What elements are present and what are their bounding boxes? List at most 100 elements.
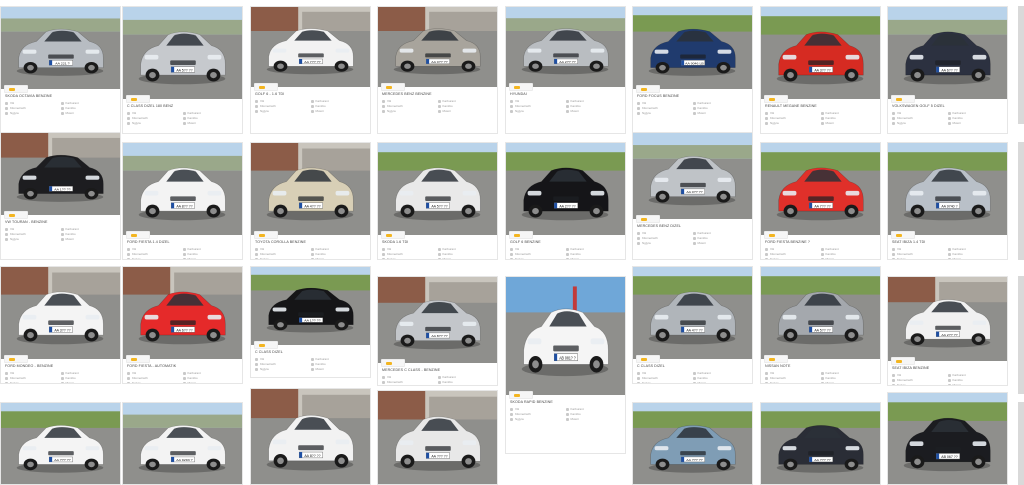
spec-label: Kambio: [442, 380, 453, 384]
listing-photo[interactable]: AA 3?? ??: [761, 7, 880, 99]
listing-photo[interactable]: AB 081? ?: [506, 277, 625, 395]
listing-card[interactable]: AB 067 ??: [887, 392, 1008, 485]
listing-card[interactable]: AA 4?? ?? Toyota Corolla Benzine Viti Karbu…: [250, 142, 371, 260]
listing-photo[interactable]: AA ??? ??: [633, 403, 752, 484]
spec-icon: [692, 236, 696, 240]
listing-card[interactable]: AA 9046 LB Ford Focus Benzine Viti Karburan…: [632, 6, 753, 134]
listing-card[interactable]: AA ??? ??: [760, 402, 881, 485]
spec-label: Kilometrazh: [897, 116, 913, 120]
listing-card[interactable]: AA 9293 ?: [122, 402, 243, 485]
listing-photo[interactable]: AA 6?? ??: [888, 7, 1007, 99]
listing-photo[interactable]: AA 7?? ??: [251, 7, 370, 87]
listing-photo[interactable]: AA 4?? ??: [633, 267, 752, 359]
listing-title[interactable]: C Class Dizel: [255, 350, 366, 354]
listing-title[interactable]: Toyota Corolla Benzine: [255, 240, 366, 244]
listing-card[interactable]: AA ??? ??: [632, 402, 753, 485]
listing-photo[interactable]: AB 067 ??: [888, 393, 1007, 484]
listing-title[interactable]: Ford Fiesta Benzine ?: [765, 240, 876, 244]
listing-title[interactable]: Seat Ibiza Benzine: [892, 366, 1003, 370]
listing-card[interactable]: AA 2?? ?? Golf 6 Benzine Viti Karburant Kilo…: [505, 142, 626, 260]
listing-card[interactable]: AA 5?? ?? Nissan Note Viti Karburant Kilomet…: [760, 266, 881, 384]
listing-card[interactable]: AA 5?? ?? Skoda 1.6 TDI Viti Karburant Kilom…: [377, 142, 498, 260]
listing-photo[interactable]: AA 0?? ??: [633, 133, 752, 219]
listing-card[interactable]: AA 0?? ?? Mercedes Benz Dizel Viti Karburan…: [632, 132, 753, 260]
listing-card[interactable]: AA 2?? ?? Hyundai Viti Karburant Kilometrazh…: [505, 6, 626, 134]
listing-photo[interactable]: AA 0?? ??: [378, 7, 497, 87]
listing-title[interactable]: Mercedes C Class - Benzine: [382, 368, 493, 372]
listing-title[interactable]: Volkswagen Golf 5 Dizel: [892, 104, 1003, 108]
listing-card[interactable]: AA 3?? ?? Ford Mondeo - Benzine Viti Karbur…: [0, 266, 121, 384]
listing-title[interactable]: Mercedes Benz Dizel: [637, 224, 748, 228]
listing-card[interactable]: AA 0?? ?? Mercedes Benz Benzine Viti Karbur…: [377, 6, 498, 134]
listing-photo[interactable]: AA ??? ??: [378, 391, 497, 484]
listing-card[interactable]: AB 081? ? Skoda Rapid Benzine Viti Karburan…: [505, 276, 626, 454]
listing-photo[interactable]: AA 8?? ??: [251, 389, 370, 484]
spec-label: Karburant: [315, 247, 329, 251]
listing-photo[interactable]: AA 9046 LB: [633, 7, 752, 89]
listing-title[interactable]: Renault Megane Benzine: [765, 104, 876, 108]
listing-photo[interactable]: AA 5?? ??: [123, 7, 242, 99]
spec-label: Ngjyra: [642, 111, 651, 115]
listing-title[interactable]: Mercedes Benz Benzine: [382, 92, 493, 96]
badge-icon: [641, 87, 647, 91]
spec-label: Karburant: [952, 247, 966, 251]
listing-card[interactable]: AA 9740 ? Seat Ibiza 1.4 TDI Viti Karburant…: [887, 142, 1008, 260]
listing-photo[interactable]: AA 2?? ??: [506, 7, 625, 87]
listing-title[interactable]: Ford Mondeo - Benzine: [5, 364, 116, 368]
listing-title[interactable]: C Class Dizel 180 benz: [127, 104, 238, 108]
listing-title[interactable]: Skoda Octavia Benzine: [5, 94, 116, 98]
listing-card[interactable]: AA 1?? ?? VW Touran - Benzine Viti Karburan…: [0, 132, 121, 260]
spec-label: Kilometrazh: [770, 252, 786, 256]
listing-card[interactable]: AA 6?? ?? Ford Fiesta - Automatik Viti Karb…: [122, 266, 243, 384]
listing-card[interactable]: AA 221 ? Skoda Octavia Benzine Viti Karbura…: [0, 6, 121, 134]
listing-photo[interactable]: AA 221 ?: [1, 7, 120, 89]
listing-title[interactable]: Golf 6 Benzine: [510, 240, 621, 244]
listing-card[interactable]: AA ??? ??: [377, 390, 498, 485]
listing-card[interactable]: AA 5?? ?? C Class Dizel 180 benz Viti Karbu…: [122, 6, 243, 134]
spec-label: Motori: [315, 367, 324, 371]
listing-card[interactable]: AA 7?? ?? Ford Fiesta Benzine ? Viti Karbur…: [760, 142, 881, 260]
listing-photo[interactable]: AA 7?? ??: [761, 143, 880, 235]
listing-photo[interactable]: AA 1?? ??: [251, 267, 370, 345]
spec-icon: [60, 376, 64, 380]
listing-photo[interactable]: AA 2?? ??: [506, 143, 625, 235]
listing-title[interactable]: Skoda 1.6 TDI: [382, 240, 493, 244]
listing-photo[interactable]: AA 9293 ?: [123, 403, 242, 484]
listing-card[interactable]: AA 2?? ?? Seat Ibiza Benzine Viti Karburant…: [887, 276, 1008, 386]
listing-photo[interactable]: AA 5?? ??: [761, 267, 880, 359]
listing-title[interactable]: Ford Fiesta 1.4 Dizel: [127, 240, 238, 244]
listing-title[interactable]: Ford Fiesta - Automatik: [127, 364, 238, 368]
listing-title[interactable]: Hyundai: [510, 92, 621, 96]
spec-item: Motori: [692, 111, 749, 116]
listing-card[interactable]: AA 8?? ?? Mercedes C Class - Benzine Viti K…: [377, 276, 498, 386]
listing-title[interactable]: VW Touran - Benzine: [5, 220, 116, 224]
listing-photo[interactable]: AA ??? ??: [761, 403, 880, 484]
spec-icon: [437, 99, 441, 103]
listing-title[interactable]: Seat Ibiza 1.4 TDI: [892, 240, 1003, 244]
listing-photo[interactable]: AA 9740 ?: [888, 143, 1007, 235]
listing-photo[interactable]: AA 6?? ??: [123, 267, 242, 359]
listing-photo[interactable]: AA 5?? ??: [378, 143, 497, 235]
listing-photo[interactable]: AA 2?? ??: [888, 277, 1007, 361]
badge-icon: [131, 97, 137, 101]
listing-photo[interactable]: AA 3?? ??: [1, 267, 120, 359]
listing-specs: Viti Karburant Kilometrazh Kambio Ngjyra Moto…: [5, 101, 116, 119]
listing-photo[interactable]: AA 8?? ??: [378, 277, 497, 363]
listing-card[interactable]: AA 4?? ?? C Class Dizel Viti Karburant Kilom…: [632, 266, 753, 384]
listing-card[interactable]: AA 1?? ?? C Class Dizel Viti Karburant Kilom…: [250, 266, 371, 378]
listing-card[interactable]: AA 7?? ?? Golf 6 - 1.6 TDI Viti Karburant Ki…: [250, 6, 371, 134]
listing-card[interactable]: AA ??? ??: [0, 402, 121, 485]
listing-title[interactable]: Ford Focus Benzine: [637, 94, 748, 98]
listing-title[interactable]: Golf 6 - 1.6 TDI: [255, 92, 366, 96]
listing-title[interactable]: Nissan Note: [765, 364, 876, 368]
listing-card[interactable]: AA 8?? ?? Ford Fiesta 1.4 Dizel Viti Karbur…: [122, 142, 243, 260]
listing-card[interactable]: AA 6?? ?? Volkswagen Golf 5 Dizel Viti Karb…: [887, 6, 1008, 134]
listing-photo[interactable]: AA 4?? ??: [251, 143, 370, 235]
listing-title[interactable]: C Class Dizel: [637, 364, 748, 368]
listing-photo[interactable]: AA 1?? ??: [1, 133, 120, 215]
listing-card[interactable]: AA 8?? ??: [250, 388, 371, 485]
listing-photo[interactable]: AA ??? ??: [1, 403, 120, 484]
listing-title[interactable]: Skoda Rapid Benzine: [510, 400, 621, 404]
listing-photo[interactable]: AA 8?? ??: [123, 143, 242, 235]
listing-card[interactable]: AA 3?? ?? Renault Megane Benzine Viti Karbu…: [760, 6, 881, 134]
